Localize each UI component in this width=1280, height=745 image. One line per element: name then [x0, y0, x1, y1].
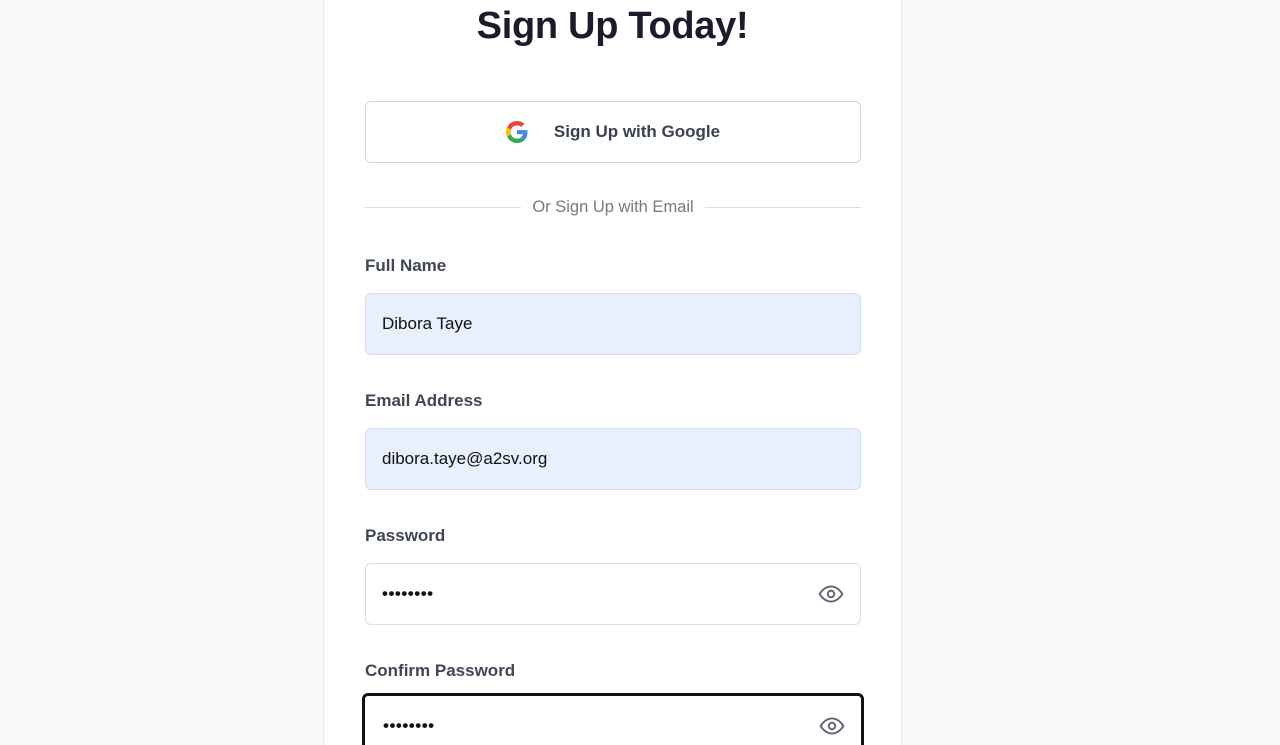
confirm-password-field[interactable]: ••••••••: [362, 693, 864, 745]
email-input[interactable]: [382, 449, 844, 469]
email-field[interactable]: [365, 428, 861, 490]
full-name-input[interactable]: [382, 314, 844, 334]
password-field[interactable]: ••••••••: [365, 563, 861, 625]
google-signup-button[interactable]: Sign Up with Google: [365, 101, 861, 163]
full-name-field[interactable]: [365, 293, 861, 355]
page-title: Sign Up Today!: [476, 5, 749, 47]
or-divider: Or Sign Up with Email: [365, 196, 862, 218]
eye-icon[interactable]: [819, 713, 845, 739]
divider-line-left: [365, 206, 522, 208]
google-signup-label: Sign Up with Google: [553, 122, 721, 141]
google-icon: [505, 121, 528, 143]
page: Sign Up Today! Sign Up with Google Or Si…: [0, 0, 1280, 745]
password-label: Password: [365, 526, 446, 545]
divider-text: Or Sign Up with Email: [532, 197, 694, 216]
full-name-label: Full Name: [365, 256, 447, 275]
eye-icon[interactable]: [818, 581, 844, 607]
email-label: Email Address: [365, 391, 483, 410]
signup-card: Sign Up Today! Sign Up with Google Or Si…: [323, 0, 902, 745]
password-input[interactable]: ••••••••: [382, 584, 818, 604]
confirm-password-label: Confirm Password: [365, 661, 516, 680]
confirm-password-input[interactable]: ••••••••: [383, 716, 819, 736]
divider-line-right: [704, 206, 862, 208]
